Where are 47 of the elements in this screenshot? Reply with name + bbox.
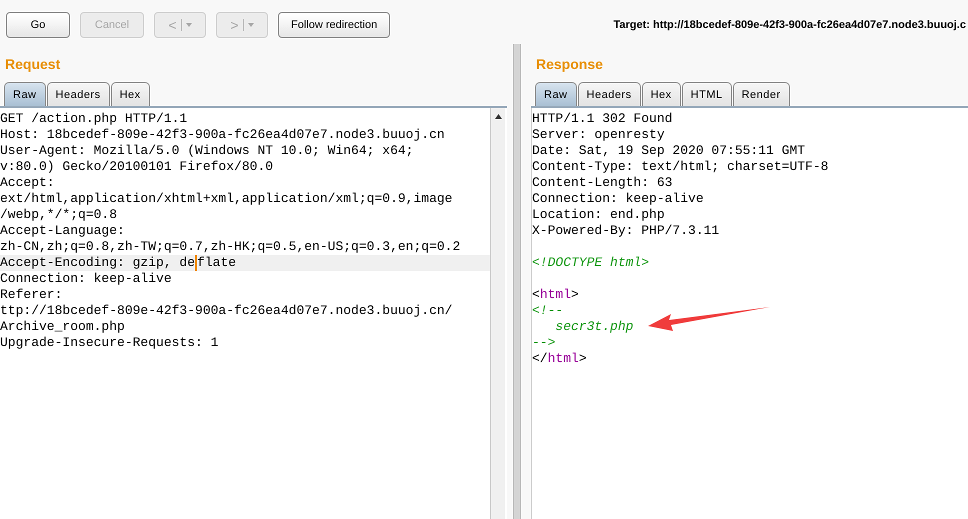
code-line: Accept: [0,175,56,191]
view-tab[interactable]: Hex [110,82,150,106]
panel-title: Response [535,55,604,72]
code-line: <!DOCTYPE html> [532,255,650,271]
code-line: Referer: [0,287,64,303]
code-line: Server: openresty [532,127,666,143]
view-tab[interactable]: Headers [578,82,641,106]
panel-title: Request [4,55,62,72]
code-line: Location: end.php [532,207,666,223]
caret-icon [248,23,254,27]
code-line: /webp,*/*;q=0.8 [0,207,118,223]
code-line: HTTP/1.1 302 Found [532,111,674,127]
toolbar-button[interactable]: Follow redirection [278,12,390,38]
text-cursor [195,255,198,271]
view-tab[interactable]: Raw [4,82,46,106]
scrollbar[interactable] [490,108,505,519]
code-line: Content-Type: text/html; charset=UTF-8 [532,159,830,175]
code-line: v:80.0) Gecko/20100101 Firefox/80.0 [0,159,274,175]
code-line: <html> [532,287,580,303]
code-line: ext/html,application/xhtml+xml,application/xml;q=0.9,image [0,191,454,207]
toolbar-button[interactable]: Go [6,12,70,38]
view-tab[interactable]: Headers [46,82,110,106]
view-tab[interactable]: Hex [642,82,681,106]
code-line: ttp://18bcedef-809e-42f3-900a-fc26ea4d07e7.node3.buuoj.cn/ [0,303,454,319]
message-editor[interactable] [0,108,507,519]
caret-icon [186,23,192,27]
code-line: GET /action.php HTTP/1.1 [0,111,188,127]
scroll-up-icon [494,114,502,119]
code-line: zh-CN,zh;q=0.8,zh-TW;q=0.7,zh-HK;q=0.5,en-US;q=0.3,en;q=0.2 [0,239,462,255]
code-line: Date: Sat, 19 Sep 2020 07:55:11 GMT [532,143,806,159]
code-line: Upgrade-Insecure-Requests: 1 [0,335,220,351]
view-tab[interactable]: Render [732,82,790,106]
code-line: User-Agent: Mozilla/5.0 (Windows NT 10.0; Win64; x64; [0,143,414,159]
view-tab[interactable]: Raw [535,82,577,106]
code-line: Host: 18bcedef-809e-42f3-900a-fc26ea4d07e7.node3.buuoj.cn [0,127,446,143]
code-line: secr3t.php [554,319,634,335]
code-line: <!-- [532,303,564,319]
code-line: Content-Length: 63 [532,175,674,191]
view-tab[interactable]: HTML [682,82,732,106]
code-line: --> [532,335,556,351]
code-line: Archive_room.php [0,319,126,335]
code-line: Connection: keep-alive [532,191,705,207]
code-line: Accept-Language: [0,223,126,239]
target-url: Target: http://18bcedef-809e-42f3-900a-fc26ea4d07e7.node3.buuoj.c [613,19,967,31]
code-line: X-Powered-By: PHP/7.3.11 [532,223,720,239]
code-line: Connection: keep-alive [0,271,173,287]
code-line: </html> [532,351,588,367]
